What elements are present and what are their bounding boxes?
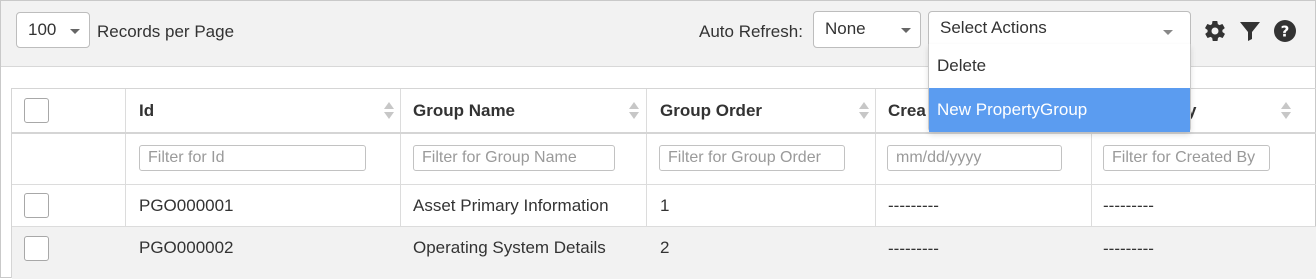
menu-item-new-propertygroup[interactable]: New PropertyGroup [929, 88, 1190, 132]
row-1-id: PGO000001 [139, 196, 234, 215]
chevron-down-icon [1163, 30, 1173, 35]
row-1-created-by: --------- [1103, 196, 1154, 215]
row-2-group-name: Operating System Details [413, 238, 606, 257]
row-checkbox[interactable] [24, 236, 49, 261]
records-per-page-label: Records per Page [97, 22, 235, 41]
svg-text:?: ? [1281, 23, 1290, 41]
select-actions-placeholder: Select Actions [940, 18, 1047, 37]
row-2-id: PGO000002 [139, 238, 234, 257]
auto-refresh-label: Auto Refresh: [699, 22, 803, 41]
row-2-created-on: --------- [888, 239, 939, 258]
header-divider [12, 132, 1316, 134]
filter-icon[interactable] [1238, 19, 1262, 43]
row-divider [12, 226, 1316, 227]
chevron-down-icon [70, 29, 80, 34]
records-per-page-select[interactable]: 100 [16, 12, 90, 48]
sort-icon[interactable] [1281, 102, 1291, 120]
menu-item-delete[interactable]: Delete [929, 44, 1190, 88]
row-2-group-order: 2 [660, 238, 670, 257]
select-actions-dropdown[interactable]: Select Actions [928, 11, 1191, 45]
auto-refresh-select[interactable]: None [813, 11, 921, 48]
sort-icon[interactable] [629, 102, 639, 120]
filter-group-order-input[interactable]: Filter for Group Order [659, 145, 845, 171]
sort-icon[interactable] [384, 102, 394, 120]
chevron-down-icon [901, 28, 911, 33]
gear-icon[interactable] [1203, 19, 1227, 43]
sort-icon[interactable] [859, 102, 869, 120]
records-per-page-value: 100 [28, 20, 57, 39]
header-created-on[interactable]: Crea [888, 101, 926, 121]
header-group-order[interactable]: Group Order [660, 101, 762, 121]
filter-group-name-input[interactable]: Filter for Group Name [413, 145, 615, 171]
row-1-group-name: Asset Primary Information [413, 196, 609, 215]
row-1-group-order: 1 [660, 196, 670, 215]
help-icon[interactable]: ? [1273, 19, 1297, 43]
filter-divider [12, 184, 1316, 185]
header-group-name[interactable]: Group Name [413, 101, 515, 121]
row-1-created-on: --------- [888, 196, 939, 215]
header-id[interactable]: Id [139, 101, 154, 121]
auto-refresh-value: None [825, 19, 866, 38]
row-2-created-by: --------- [1103, 239, 1154, 258]
filter-created-on-input[interactable]: mm/dd/yyyy [887, 145, 1062, 171]
row-checkbox[interactable] [24, 193, 49, 218]
filter-id-input[interactable]: Filter for Id [139, 145, 366, 171]
actions-menu: Delete New PropertyGroup [928, 44, 1191, 132]
select-all-checkbox[interactable] [24, 98, 49, 123]
filter-created-by-input[interactable]: Filter for Created By [1103, 145, 1270, 171]
